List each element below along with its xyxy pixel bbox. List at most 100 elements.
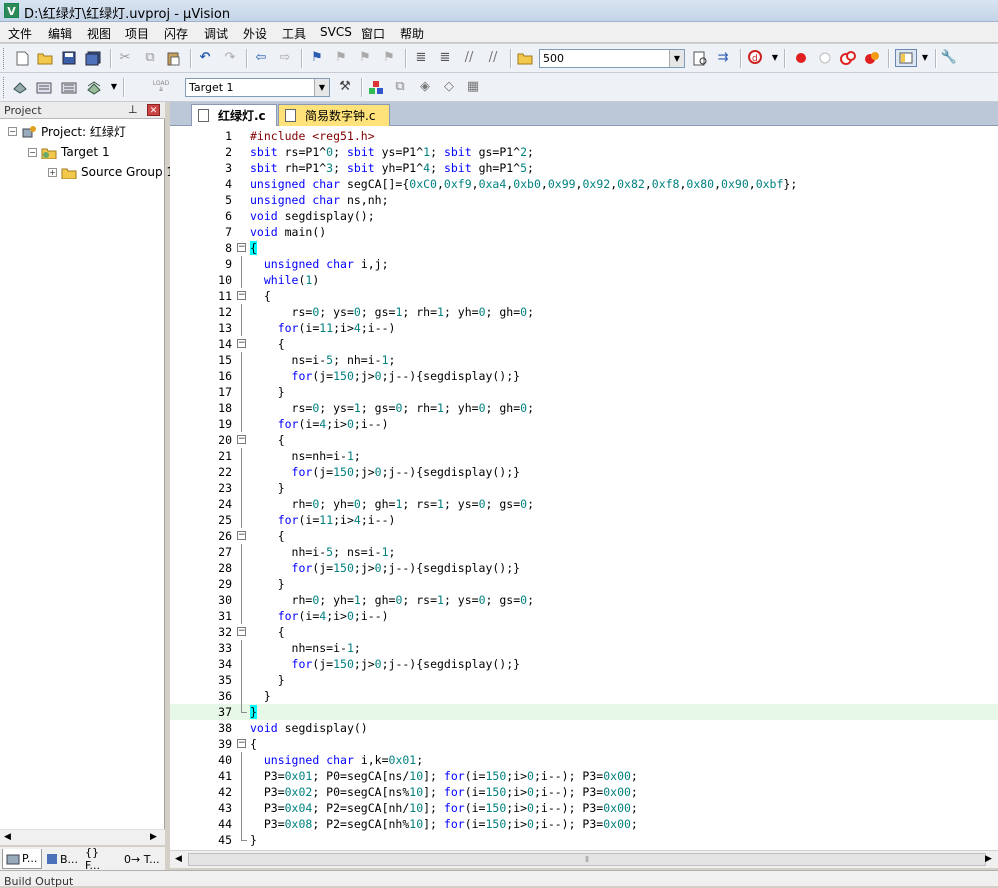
code-line[interactable]: 34 for(j=150;j>0;j--){segdisplay();} (170, 656, 998, 672)
code-line[interactable]: 35 } (170, 672, 998, 688)
code-line[interactable]: 38 void segdisplay() (170, 720, 998, 736)
line-number[interactable]: 19 (210, 416, 232, 432)
copy-icon[interactable]: ⧉ (142, 50, 158, 66)
expand-icon[interactable]: + (48, 167, 57, 177)
menu-view[interactable]: 视图 (87, 25, 111, 42)
code-line[interactable]: 9 unsigned char i,j; (170, 256, 998, 272)
find-combobox[interactable]: 500 ▼ (539, 49, 685, 68)
line-number[interactable]: 43 (210, 800, 232, 816)
code-area[interactable]: 1 #include <reg51.h> 2 sbit rs=P1^0; sbit y… (170, 128, 998, 850)
menu-flash[interactable]: 闪存 (164, 25, 188, 42)
rebuild-icon[interactable] (61, 79, 77, 95)
code-line[interactable]: 37} (170, 704, 998, 720)
tab-project[interactable]: P... (2, 849, 42, 869)
tab-templates[interactable]: 0→ T... (121, 849, 163, 869)
undo-icon[interactable]: ↶ (197, 50, 213, 66)
new-file-icon[interactable] (14, 50, 30, 66)
cut-icon[interactable]: ✂ (117, 50, 133, 66)
line-number[interactable]: 17 (210, 384, 232, 400)
chevron-down-icon[interactable]: ▼ (917, 50, 933, 66)
editor-hscrollbar[interactable]: ◀ ⦀ ▶ (170, 850, 998, 868)
menu-window[interactable]: 窗口 (361, 25, 385, 42)
chevron-down-icon[interactable]: ▼ (669, 50, 684, 67)
code-line[interactable]: 31 for(i=4;i>0;i--) (170, 608, 998, 624)
project-window-icon[interactable] (895, 49, 917, 67)
line-number[interactable]: 8 (210, 240, 232, 256)
line-number[interactable]: 27 (210, 544, 232, 560)
menu-help[interactable]: 帮助 (400, 25, 424, 42)
line-number[interactable]: 28 (210, 560, 232, 576)
line-number[interactable]: 31 (210, 608, 232, 624)
line-number[interactable]: 10 (210, 272, 232, 288)
line-number[interactable]: 4 (210, 176, 232, 192)
next-bookmark-icon[interactable]: ⚑ (357, 50, 373, 66)
code-line[interactable]: 25 for(i=11;i>4;i--) (170, 512, 998, 528)
translate-icon[interactable] (12, 79, 28, 95)
line-number[interactable]: 22 (210, 464, 232, 480)
configure-tools-icon[interactable]: 🔧 (941, 50, 957, 66)
line-number[interactable]: 33 (210, 640, 232, 656)
batch-build-icon[interactable] (86, 79, 102, 95)
line-number[interactable]: 11 (210, 288, 232, 304)
line-number[interactable]: 1 (210, 128, 232, 144)
code-line[interactable]: 3 sbit rh=P1^3; sbit yh=P1^4; sbit gh=P1^… (170, 160, 998, 176)
code-line[interactable]: 13 for(i=11;i>4;i--) (170, 320, 998, 336)
indent-icon[interactable]: ≣ (413, 50, 429, 66)
code-line[interactable]: 14− { (170, 336, 998, 352)
tab-books[interactable]: B... (43, 849, 81, 869)
tab-file-hongludeng[interactable]: 红绿灯.c (191, 104, 277, 126)
fold-icon[interactable]: − (237, 291, 246, 300)
line-number[interactable]: 37 (210, 704, 232, 720)
chevron-down-icon[interactable]: ▼ (767, 50, 783, 66)
code-line[interactable]: 29 } (170, 576, 998, 592)
debug-session-icon[interactable]: d (748, 50, 764, 66)
code-line[interactable]: 42 P3=0x02; P0=segCA[ns%10]; for(i=150;i… (170, 784, 998, 800)
menu-debug[interactable]: 调试 (204, 25, 228, 42)
fold-icon[interactable]: − (237, 243, 246, 252)
code-line[interactable]: 10 while(1) (170, 272, 998, 288)
project-panel-hscrollbar[interactable]: ◀ ▶ (0, 829, 165, 845)
incremental-find-icon[interactable]: ⇉ (715, 50, 731, 66)
line-number[interactable]: 9 (210, 256, 232, 272)
line-number[interactable]: 39 (210, 736, 232, 752)
code-line[interactable]: 28 for(j=150;j>0;j--){segdisplay();} (170, 560, 998, 576)
line-number[interactable]: 25 (210, 512, 232, 528)
manage-rte-icon[interactable]: ◈ (417, 79, 433, 95)
line-number[interactable]: 12 (210, 304, 232, 320)
tab-functions[interactable]: {} F... (82, 846, 120, 872)
code-line[interactable]: 11− { (170, 288, 998, 304)
code-line[interactable]: 18 rs=0; ys=1; gs=0; rh=1; yh=0; gh=0; (170, 400, 998, 416)
code-line[interactable]: 39−{ (170, 736, 998, 752)
line-number[interactable]: 30 (210, 592, 232, 608)
fold-icon[interactable]: − (237, 435, 246, 444)
manage-project-items-icon[interactable] (368, 79, 384, 95)
code-line[interactable]: 16 for(j=150;j>0;j--){segdisplay();} (170, 368, 998, 384)
line-number[interactable]: 40 (210, 752, 232, 768)
scroll-thumb[interactable]: ⦀ (188, 853, 986, 866)
close-icon[interactable]: ✕ (147, 104, 160, 116)
manage-multi-project-icon[interactable]: ▦ (465, 79, 481, 95)
toolbar-grip[interactable] (3, 77, 6, 98)
code-line[interactable]: 4 unsigned char segCA[]={0xC0,0xf9,0xa4,0… (170, 176, 998, 192)
line-number[interactable]: 16 (210, 368, 232, 384)
line-number[interactable]: 35 (210, 672, 232, 688)
fold-icon[interactable]: − (237, 739, 246, 748)
line-number[interactable]: 21 (210, 448, 232, 464)
toolbar-grip[interactable] (3, 48, 6, 69)
line-number[interactable]: 5 (210, 192, 232, 208)
line-number[interactable]: 41 (210, 768, 232, 784)
menu-file[interactable]: 文件 (8, 25, 32, 42)
line-number[interactable]: 36 (210, 688, 232, 704)
comment-icon[interactable]: // (461, 50, 477, 66)
tree-item-project[interactable]: − Project: 红绿灯 (8, 122, 126, 140)
code-line[interactable]: 24 rh=0; yh=0; gh=1; rs=1; ys=0; gs=0; (170, 496, 998, 512)
code-line[interactable]: 2 sbit rs=P1^0; sbit ys=P1^1; sbit gs=P1^… (170, 144, 998, 160)
enable-breakpoint-icon[interactable] (817, 50, 833, 66)
collapse-icon[interactable]: − (28, 147, 37, 157)
code-line[interactable]: 40 unsigned char i,k=0x01; (170, 752, 998, 768)
code-line[interactable]: 30 rh=0; yh=1; gh=0; rs=1; ys=0; gs=0; (170, 592, 998, 608)
code-line[interactable]: 15 ns=i-5; nh=i-1; (170, 352, 998, 368)
code-line[interactable]: 7 void main() (170, 224, 998, 240)
collapse-icon[interactable]: − (8, 126, 17, 136)
code-line[interactable]: 8−{ (170, 240, 998, 256)
